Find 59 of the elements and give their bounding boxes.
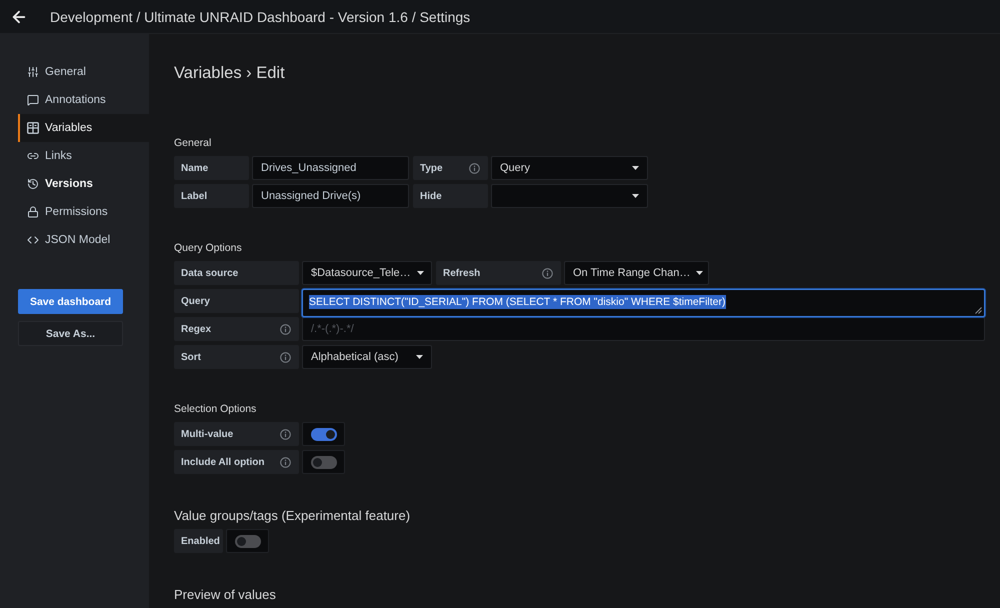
section-heading: Value groups/tags (Experimental feature)	[174, 507, 412, 524]
toggle-switch[interactable]	[310, 456, 336, 468]
label-text: Hide	[420, 190, 442, 202]
sidebar-item[interactable]: Permissions	[18, 198, 149, 226]
section-heading: Query Options	[174, 241, 243, 255]
label-text: Regex	[181, 324, 212, 334]
label-text: Query	[181, 296, 210, 306]
label-text: Include All option	[181, 456, 265, 468]
select-field[interactable]: $Datasource_Tele…	[302, 261, 432, 285]
sliders-icon	[27, 66, 39, 78]
sidebar-item[interactable]: JSON Model	[18, 226, 149, 254]
sidebar-item[interactable]: Annotations	[18, 86, 149, 114]
lock-icon	[27, 206, 39, 218]
caret-down-icon	[632, 166, 639, 170]
sidebar-item[interactable]: Versions	[18, 170, 149, 198]
info-icon	[280, 352, 291, 362]
select-field[interactable]: Alphabetical (asc)	[302, 345, 432, 369]
label-text: Multi-value	[181, 428, 234, 440]
breadcrumb-title: Development / Ultimate UNRAID Dashboard - Version 1.6 / Settings	[50, 8, 470, 24]
history-icon	[27, 178, 39, 190]
text-input[interactable]: /.*-(.*)-.*/	[302, 317, 985, 341]
sidebar-item[interactable]: Links	[18, 142, 149, 170]
code-icon	[27, 234, 39, 246]
label-text: Sort	[181, 352, 201, 362]
label-text: Enabled	[181, 536, 220, 546]
info-icon	[280, 324, 291, 334]
info-icon	[469, 162, 480, 174]
select-field[interactable]: On Time Range Chan…	[564, 261, 709, 285]
save-as-button[interactable]: Save As...	[18, 321, 123, 346]
select-field[interactable]: Query	[491, 156, 648, 180]
section-heading: Selection Options	[174, 402, 258, 416]
label-text: Refresh	[443, 268, 480, 278]
info-icon	[542, 268, 553, 278]
label-text: Name	[181, 162, 208, 174]
label-text: Data source	[181, 268, 238, 278]
link-icon	[27, 150, 39, 162]
section-heading: Preview of values	[174, 586, 277, 603]
caret-down-icon	[696, 271, 704, 275]
label-text: Type	[420, 162, 443, 174]
sidebar-item[interactable]: General	[18, 58, 149, 86]
resize-handle-icon[interactable]	[975, 307, 982, 314]
caret-down-icon	[632, 194, 639, 198]
grid-icon	[27, 122, 39, 134]
toggle-switch[interactable]	[310, 428, 336, 440]
save-dashboard-button[interactable]: Save dashboard	[18, 289, 123, 314]
page-title: Variables › Edit	[174, 63, 286, 83]
caret-down-icon	[416, 271, 424, 275]
caret-down-icon	[416, 355, 423, 359]
label-text: Label	[181, 190, 208, 202]
text-input[interactable]: Drives_Unassigned	[252, 156, 409, 180]
select-field[interactable]	[491, 184, 648, 208]
text-input[interactable]: Unassigned Drive(s)	[252, 184, 409, 208]
sidebar-item[interactable]: Variables	[18, 114, 149, 142]
query-textarea[interactable]: SELECT DISTINCT("ID_SERIAL") FROM (SELECT * FROM "diskio" WHERE $timeFilter)	[302, 289, 985, 317]
section-heading: General	[174, 136, 212, 150]
toggle-switch[interactable]	[234, 534, 260, 548]
info-icon	[280, 428, 291, 440]
comment-icon	[27, 94, 39, 106]
info-icon	[280, 456, 291, 468]
